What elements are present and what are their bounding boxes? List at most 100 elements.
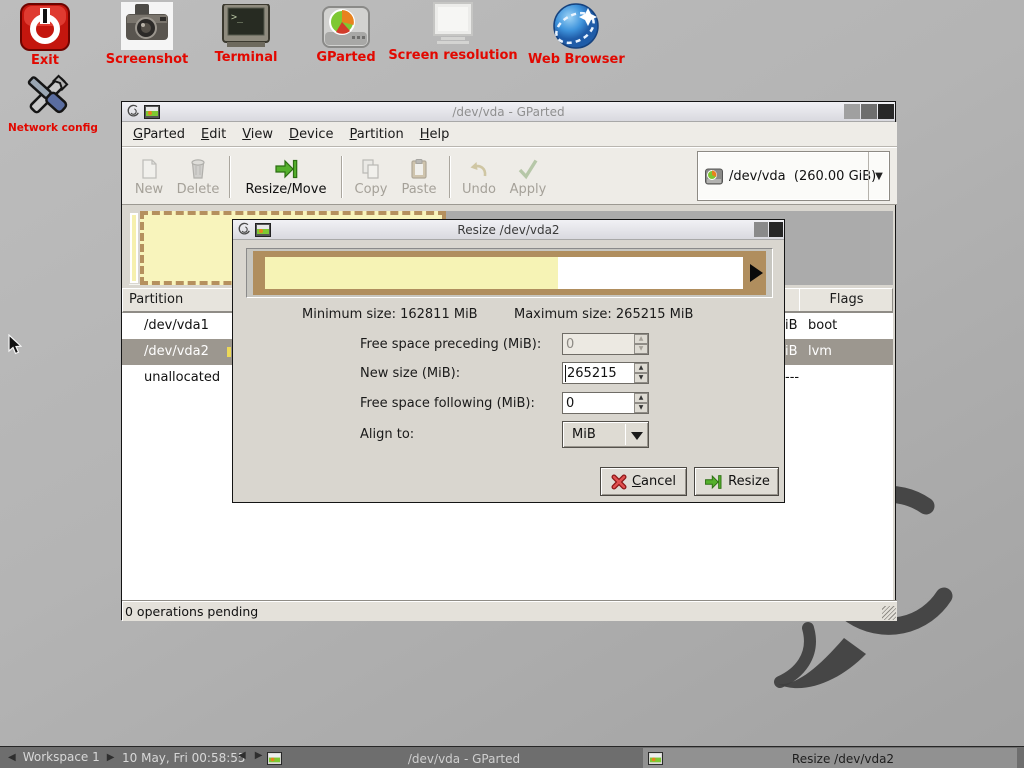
device-selector[interactable]: /dev/vda (260.00 GiB) ▼ [697, 151, 890, 201]
toolbar-new-button[interactable]: New [126, 150, 172, 204]
column-header-flags[interactable]: Flags [799, 292, 894, 307]
align-to-dropdown[interactable]: MiB [562, 421, 649, 448]
column-header-partition[interactable]: Partition [129, 292, 183, 307]
desktop-icon-screen-resolution[interactable]: Screen resolution [383, 2, 523, 63]
free-space-preceding-label: Free space preceding (MiB): [360, 337, 541, 352]
dialog-minimize-button[interactable] [754, 222, 768, 237]
input-value: 0 [566, 396, 574, 411]
desktop-icon-label: Network config [8, 122, 88, 134]
taskbar-task-gparted[interactable]: /dev/vda - GParted [262, 748, 640, 768]
taskbar-clock: 10 May, Fri 00:58:55 [122, 751, 246, 765]
new-partition-icon [137, 157, 161, 181]
taskbar-task-resize-dialog-active[interactable]: Resize /dev/vda2 [643, 748, 1017, 768]
main-titlebar[interactable]: /dev/vda - GParted [122, 102, 895, 122]
toolbar-new-label: New [135, 182, 163, 197]
spinner-buttons[interactable]: ▲▼ [634, 393, 648, 413]
tools-icon [19, 70, 77, 120]
resize-slider-used-space [265, 257, 558, 289]
tasklist-prev-icon[interactable]: ◀ [238, 750, 246, 761]
resize-slider-frame [246, 248, 773, 298]
menubar: GParted Edit View Device Partition Help [122, 122, 897, 147]
apply-checkmark-icon [516, 157, 540, 181]
toolbar-separator [229, 156, 231, 198]
resize-slider-partition-border[interactable] [253, 251, 766, 295]
desktop-icon-network-config[interactable]: Network config [8, 70, 88, 134]
spinner-buttons[interactable]: ▲▼ [634, 363, 648, 383]
workspace-next-icon[interactable]: ▶ [107, 752, 115, 763]
menu-edit[interactable]: Edit [201, 127, 226, 142]
taskbar: ◀ Workspace 1 ▶ 10 May, Fri 00:58:55 ◀ ▶… [0, 746, 1024, 768]
menu-device[interactable]: Device [289, 127, 333, 142]
toolbar-paste-button[interactable]: Paste [394, 150, 444, 204]
dropdown-selected-value: MiB [572, 427, 596, 442]
input-value: 0 [566, 337, 574, 352]
desktop-icon-exit[interactable]: Exit [16, 3, 74, 68]
spin-up-icon: ▲ [634, 334, 648, 344]
spin-down-icon: ▼ [634, 403, 648, 413]
wm-spiral-icon [237, 222, 251, 237]
spinner-buttons: ▲▼ [634, 334, 648, 354]
partition-visual-vda1[interactable] [130, 213, 138, 283]
workspace-prev-icon[interactable]: ◀ [8, 752, 16, 763]
camera-icon [121, 2, 173, 50]
toolbar-resize-move-button[interactable]: Resize/Move [236, 150, 336, 204]
dialog-titlebar[interactable]: Resize /dev/vda2 [233, 220, 784, 240]
desktop-icon-label: Terminal [212, 50, 280, 65]
dropdown-arrow-icon [631, 432, 643, 440]
desktop-icon-terminal[interactable]: >_ Terminal [212, 4, 280, 65]
copy-icon [359, 157, 383, 181]
toolbar-delete-label: Delete [177, 182, 220, 197]
desktop-icon-web-browser[interactable]: Web Browser [528, 2, 624, 67]
workspace-label: Workspace 1 [23, 750, 100, 764]
cancel-x-icon [611, 474, 627, 490]
free-space-following-label: Free space following (MiB): [360, 396, 535, 411]
device-size: (260.00 GiB) [794, 169, 876, 184]
workspace-pager: ◀ Workspace 1 ▶ [8, 750, 114, 764]
toolbar-copy-button[interactable]: Copy [348, 150, 394, 204]
resize-right-handle-arrow[interactable] [750, 264, 763, 282]
toolbar-undo-button[interactable]: Undo [456, 150, 502, 204]
resize-button[interactable]: Resize [694, 467, 779, 496]
task-gparted-icon [648, 752, 663, 765]
flags-value: boot [808, 318, 837, 333]
desktop-icon-gparted[interactable]: GParted [314, 6, 378, 65]
spin-up-icon: ▲ [634, 363, 648, 373]
device-dropdown-arrow[interactable]: ▼ [868, 152, 889, 200]
partition-name: /dev/vda1 [144, 318, 209, 333]
gparted-disk-icon [322, 6, 370, 48]
mouse-cursor [8, 334, 22, 356]
menu-partition[interactable]: Partition [350, 127, 404, 142]
delete-partition-icon [186, 157, 210, 181]
gparted-window-icon [144, 105, 160, 119]
resize-arrow-icon [703, 473, 723, 491]
spin-down-icon: ▼ [634, 344, 648, 354]
desktop-icon-screenshot[interactable]: Screenshot [104, 2, 190, 67]
resize-grip[interactable] [882, 606, 896, 620]
toolbar-delete-button[interactable]: Delete [172, 150, 224, 204]
resize-move-icon [274, 157, 298, 181]
terminal-icon: >_ [221, 4, 271, 48]
device-path: /dev/vda [729, 169, 786, 184]
desktop-icon-label: GParted [314, 50, 378, 65]
close-button[interactable] [878, 104, 894, 119]
wm-spiral-icon [126, 104, 140, 119]
menu-help[interactable]: Help [420, 127, 450, 142]
cancel-button[interactable]: Cancel [600, 467, 687, 496]
iconbox-scroll-arrows: ◀ ▶ [238, 750, 262, 761]
minimize-button[interactable] [844, 104, 860, 119]
dialog-close-button[interactable] [769, 222, 783, 237]
free-space-preceding-input: 0 ▲▼ [562, 333, 649, 355]
new-size-input[interactable]: 265215 ▲▼ [562, 362, 649, 384]
maximize-button[interactable] [861, 104, 877, 119]
clipped-size-text: iB [785, 344, 798, 359]
free-space-following-input[interactable]: 0 ▲▼ [562, 392, 649, 414]
new-size-label: New size (MiB): [360, 366, 460, 381]
toolbar-apply-button[interactable]: Apply [502, 150, 554, 204]
task-label: Resize /dev/vda2 [669, 752, 1017, 766]
task-gparted-icon [267, 752, 282, 765]
desktop: Exit Screenshot >_ Terminal [0, 0, 1024, 768]
toolbar-apply-label: Apply [510, 182, 547, 197]
toolbar-resize-move-label: Resize/Move [246, 182, 327, 197]
menu-view[interactable]: View [242, 127, 273, 142]
menu-gparted[interactable]: GParted [133, 127, 185, 142]
